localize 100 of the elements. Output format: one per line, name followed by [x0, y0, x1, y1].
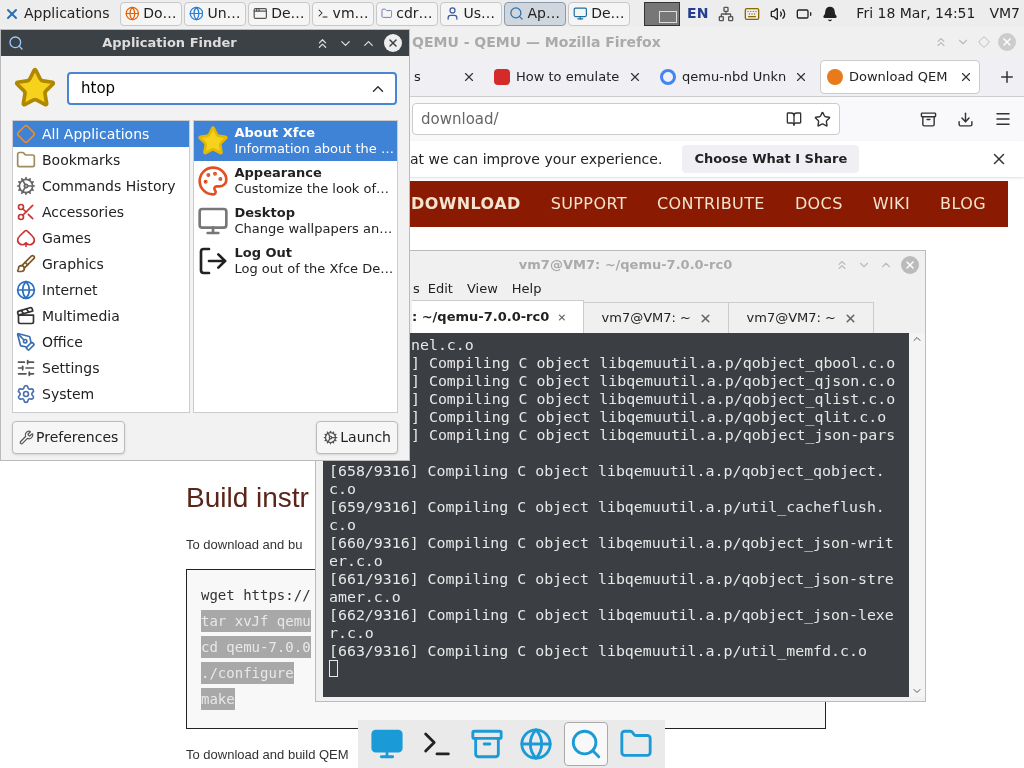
taskbar-button[interactable]: Un… — [183, 1, 246, 26]
volume-icon[interactable] — [770, 5, 787, 22]
terminal-line: [659/9316] Compiling C object libqemuutil.a.p/util_cacheflush.c.o — [329, 498, 886, 534]
network-icon[interactable] — [718, 5, 735, 22]
menu-item[interactable]: Help — [511, 279, 542, 299]
result-item[interactable]: About Xfce Information about the … — [193, 121, 397, 161]
taskbar-button[interactable]: cdr… — [375, 1, 438, 26]
star-icon — [196, 125, 229, 157]
cursor-icon — [329, 660, 338, 677]
pen-icon — [16, 332, 36, 352]
nav-link[interactable]: BLOG — [940, 192, 986, 216]
terminal-line: [663/9316] Compiling C object libqemuutil.a.p/util_memfd.c.o — [329, 642, 868, 660]
search-icon — [508, 6, 524, 21]
close-button[interactable] — [384, 34, 402, 52]
search-icon — [8, 35, 24, 51]
choose-what-i-share-button[interactable]: Choose What I Share — [682, 145, 860, 173]
category-item[interactable]: Games — [13, 225, 189, 251]
download-icon[interactable] — [957, 110, 974, 128]
category-item[interactable]: Accessories — [13, 199, 189, 225]
result-item[interactable]: Desktop Change wallpapers an… — [193, 201, 397, 241]
category-item[interactable]: System — [13, 381, 189, 407]
category-item[interactable]: Bookmarks — [13, 147, 189, 173]
paragraph: To download and build QEM — [186, 745, 349, 764]
terminal-tab[interactable]: vm7@VM7: ~ — [584, 302, 729, 333]
globe-icon — [519, 727, 554, 761]
keyboard-layout[interactable]: EN — [687, 3, 709, 24]
category-item[interactable]: Graphics — [13, 251, 189, 277]
search-field[interactable]: htop — [67, 71, 397, 105]
bookmark-star-icon[interactable] — [814, 110, 831, 128]
diamond-icon — [16, 124, 36, 144]
browser-tab[interactable]: How to emulate — [488, 59, 648, 94]
close-icon — [1001, 36, 1013, 48]
result-description: Customize the look of… — [234, 181, 390, 197]
menu-item[interactable]: Edit — [427, 279, 453, 299]
code-line: wget https:// — [201, 585, 311, 605]
section-heading: Build instr — [186, 481, 309, 515]
brush-icon — [16, 254, 36, 274]
terminal-line: [661/9316] Compiling C object libqemuutil.a.p/qobject_json-streamer.c.o — [329, 570, 894, 606]
category-item[interactable]: All Applications — [13, 121, 189, 147]
menu-item[interactable]: View — [466, 279, 498, 299]
palette-icon — [196, 165, 229, 197]
gear-icon — [323, 430, 339, 445]
nav-link[interactable]: DOCS — [794, 192, 843, 216]
terminal-line: nel.c.o — [411, 336, 474, 354]
terminal-line: [662/9316] Compiling C object libqemuutil.a.p/qobject_json-lexer.c.o — [329, 606, 894, 642]
folder-icon — [380, 6, 393, 21]
terminal-tab[interactable]: vm7@VM7: ~ — [729, 302, 874, 333]
menu-icon[interactable] — [994, 110, 1012, 128]
launch-button[interactable]: Launch — [316, 421, 398, 454]
taskbar-button[interactable]: Ap… — [503, 1, 566, 26]
taskbar-button[interactable]: De… — [247, 1, 310, 26]
file-cabinet-icon — [469, 727, 504, 761]
tab-logo-icon — [660, 68, 676, 85]
taskbar-button[interactable]: vm… — [311, 1, 374, 26]
gear-icon — [16, 176, 36, 196]
nav-link[interactable]: SUPPORT — [550, 192, 627, 216]
reader-view-icon[interactable] — [786, 111, 802, 127]
close-icon — [904, 258, 916, 271]
nav-link[interactable]: DOWNLOAD — [411, 192, 521, 216]
terminal-line: ] Compiling C object libqemuutil.a.p/qobject_qjson.c.o — [411, 372, 896, 390]
browser-tab[interactable]: qemu-nbd Unkn — [654, 59, 814, 94]
terminal-line: ] Compiling C object libqemuutil.a.p/qobject_json-pars — [411, 426, 896, 444]
result-description: Change wallpapers an… — [234, 221, 393, 237]
clock[interactable]: Fri 18 Mar, 14:51 — [856, 3, 976, 24]
notification-icon[interactable] — [822, 5, 839, 22]
terminal-line: [658/9316] Compiling C object libqemuutil.a.p/qobject_qobject.c.o — [329, 462, 886, 498]
category-item[interactable]: Settings — [13, 355, 189, 381]
result-item[interactable]: Log Out Log out of the Xfce De… — [193, 241, 397, 281]
folder-icon — [16, 150, 36, 170]
applications-menu[interactable]: Applications — [4, 3, 118, 24]
globe-icon — [124, 6, 140, 21]
wrench-icon — [19, 430, 34, 445]
taskbar-button[interactable]: Do… — [119, 1, 182, 26]
category-item[interactable]: Commands History — [13, 173, 189, 199]
workspace-pager[interactable] — [643, 1, 680, 26]
address-bar[interactable]: download/ — [412, 103, 840, 135]
pocket-icon[interactable] — [920, 110, 937, 128]
globe-icon — [16, 280, 36, 300]
nav-link[interactable]: CONTRIBUTE — [656, 192, 765, 216]
category-item[interactable]: Multimedia — [13, 303, 189, 329]
user-name[interactable]: VM7 — [989, 3, 1020, 24]
nav-link[interactable]: WIKI — [872, 192, 911, 216]
result-description: Information about the … — [234, 141, 394, 157]
category-item[interactable]: Internet — [13, 277, 189, 303]
result-name: About Xfce — [234, 125, 316, 141]
window-title: vm7@VM7: ~/qemu-7.0.0-rc0 — [518, 255, 733, 274]
browser-tab[interactable]: Download QEM — [820, 59, 980, 94]
result-name: Appearance — [234, 165, 323, 181]
monitor-icon — [196, 205, 229, 237]
result-name: Log Out — [234, 245, 294, 261]
menu-item[interactable]: s — [413, 279, 420, 299]
taskbar-button[interactable]: Us… — [439, 1, 502, 26]
tab-logo-icon — [827, 68, 843, 85]
taskbar-button[interactable]: De… — [567, 1, 630, 26]
preferences-button[interactable]: Preferences — [12, 421, 126, 454]
notification-text: at we can improve your experience. — [410, 149, 663, 169]
category-item[interactable]: Office — [13, 329, 189, 355]
terminal-tab[interactable]: : ~/qemu-7.0.0-rc0 — [412, 300, 584, 333]
result-item[interactable]: Appearance Customize the look of… — [193, 161, 397, 201]
terminal-line: ] Compiling C object libqemuutil.a.p/qobject_qlist.c.o — [411, 390, 896, 408]
